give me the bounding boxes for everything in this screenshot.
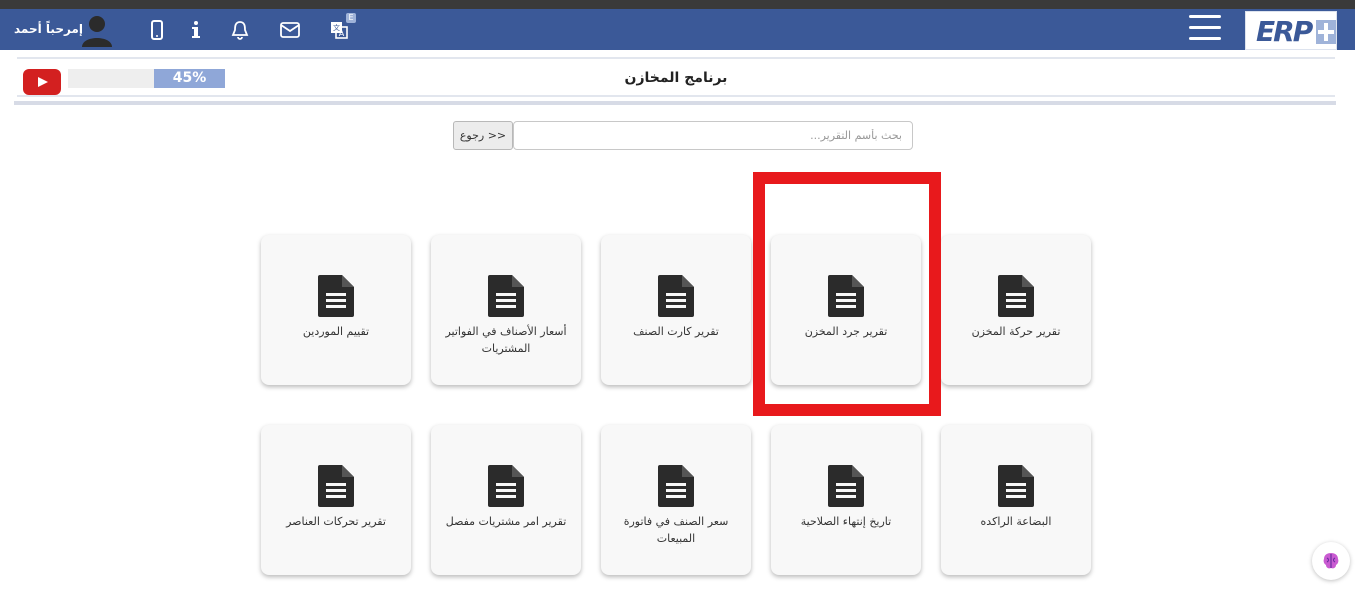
erp-logo[interactable]: ERP: [1245, 11, 1337, 50]
window-top-strip: [0, 0, 1355, 9]
user-avatar-icon[interactable]: [80, 13, 114, 47]
logo-text: ERP: [1256, 15, 1313, 48]
menu-icon[interactable]: [1189, 15, 1221, 43]
report-card-label: أسعار الأصناف في الفواتير المشتريات: [445, 325, 567, 355]
mobile-icon[interactable]: [146, 19, 168, 41]
document-icon: [998, 465, 1034, 507]
report-card-label: سعر الصنف في فاتورة المبيعات: [623, 515, 729, 545]
progress-fill: 45%: [154, 69, 225, 88]
document-icon: [318, 275, 354, 317]
document-icon: [658, 465, 694, 507]
report-card[interactable]: تقرير حركة المخزن: [941, 235, 1091, 385]
document-icon: [488, 465, 524, 507]
welcome-text: إمرحباً أحمد: [14, 22, 83, 36]
report-card[interactable]: تقييم الموردين: [261, 235, 411, 385]
report-card-label: تقييم الموردين: [302, 325, 370, 338]
document-icon: [658, 275, 694, 317]
report-search-input[interactable]: [513, 121, 913, 150]
report-card-label: تقرير حركة المخزن: [971, 325, 1061, 338]
report-card-label: البضاعة الراكده: [980, 515, 1052, 528]
assistant-brain-icon[interactable]: [1312, 542, 1350, 580]
report-card[interactable]: تقرير تحركات العناصر: [261, 425, 411, 575]
document-icon: [998, 275, 1034, 317]
translate-icon[interactable]: A文 E: [328, 13, 356, 41]
logo-plus-icon: [1316, 20, 1336, 44]
progress-bar: 45%: [68, 69, 225, 88]
mail-icon[interactable]: [279, 19, 301, 41]
bell-icon[interactable]: [229, 19, 251, 41]
translate-badge: E: [346, 13, 356, 23]
report-card-label: تاريخ إنتهاء الصلاحية: [800, 515, 892, 528]
report-card[interactable]: سعر الصنف في فاتورة المبيعات: [601, 425, 751, 575]
back-button[interactable]: << رجوع: [453, 121, 513, 150]
report-card[interactable]: تقرير امر مشتريات مفصل: [431, 425, 581, 575]
report-card[interactable]: البضاعة الراكده: [941, 425, 1091, 575]
report-card[interactable]: أسعار الأصناف في الفواتير المشتريات: [431, 235, 581, 385]
report-card[interactable]: تاريخ إنتهاء الصلاحية: [771, 425, 921, 575]
top-navbar: إمرحباً أحمد A文 E ERP: [0, 9, 1355, 50]
report-card[interactable]: تقرير كارت الصنف: [601, 235, 751, 385]
document-icon: [318, 465, 354, 507]
info-icon[interactable]: [185, 19, 207, 41]
svg-text:文: 文: [333, 23, 340, 32]
youtube-play-icon[interactable]: [23, 69, 61, 95]
page-header: برنامج المخازن 45%: [17, 57, 1335, 97]
document-icon: [488, 275, 524, 317]
report-card-label: تقرير تحركات العناصر: [286, 515, 386, 528]
report-card-label: تقرير كارت الصنف: [633, 325, 719, 338]
document-icon: [828, 465, 864, 507]
highlight-box: [753, 172, 941, 416]
report-card-label: تقرير امر مشتريات مفصل: [445, 515, 567, 528]
